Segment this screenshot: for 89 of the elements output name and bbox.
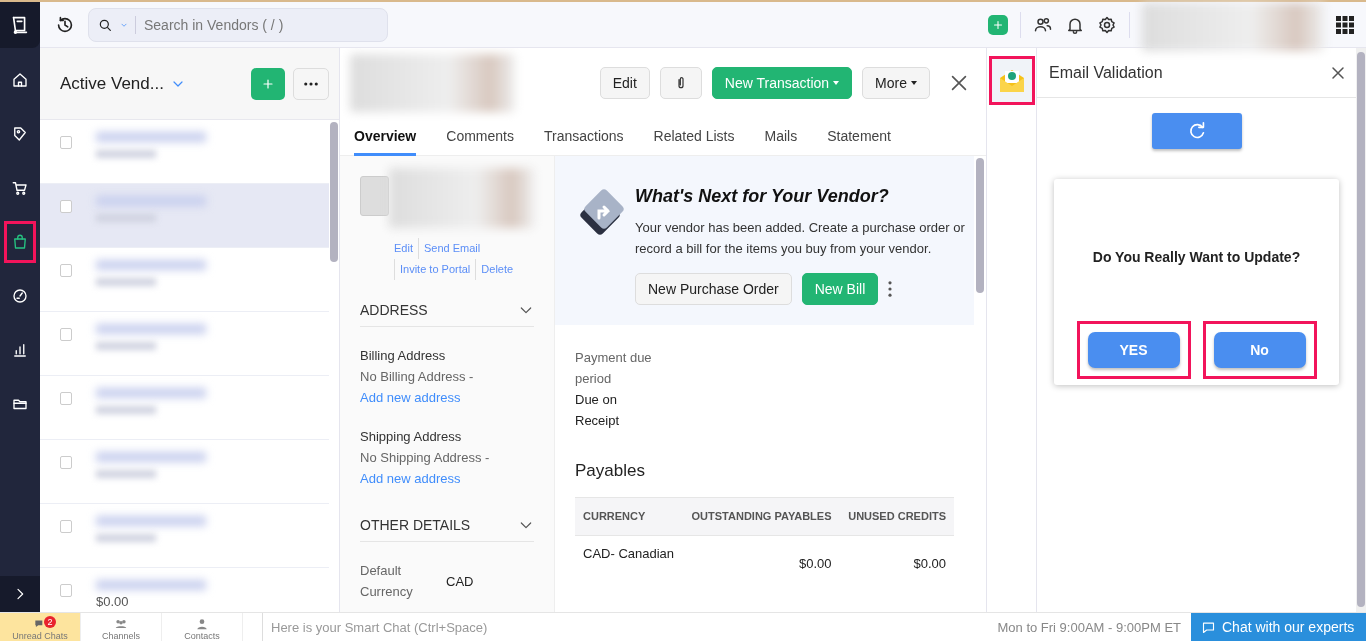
address-label: Shipping Address — [360, 428, 463, 446]
edit-button[interactable]: Edit — [599, 67, 650, 99]
search-input[interactable]: Search in Vendors ( / ) — [135, 15, 355, 34]
blurred-text — [96, 150, 156, 158]
kebab-icon — [888, 281, 893, 297]
blurred-text — [96, 406, 156, 414]
blurred-text — [96, 342, 156, 350]
gauge-icon — [11, 287, 29, 305]
tag-icon — [11, 125, 29, 143]
column-header: OUTSTANDING PAYABLES — [682, 497, 840, 536]
blurred-text — [96, 534, 156, 542]
vendor-row[interactable] — [40, 184, 329, 248]
bar-chart-icon — [11, 341, 29, 359]
dialog-question: Do You Really Want to Update? — [1092, 249, 1301, 265]
chat-with-experts-button[interactable]: Chat with our experts — [1191, 613, 1366, 641]
add-address-link[interactable]: Add new address — [360, 471, 461, 486]
blurred-text — [96, 278, 156, 286]
section-heading: ADDRESS — [360, 302, 428, 318]
column-header: UNUSED CREDITS — [839, 497, 954, 536]
address-value: No Shipping Address - — [360, 450, 490, 465]
more-options-button[interactable] — [293, 67, 329, 100]
row-checkbox[interactable] — [60, 520, 72, 533]
contact-link[interactable]: Invite to Portal — [394, 259, 476, 280]
tab[interactable]: Mails — [764, 118, 798, 156]
home-icon — [11, 71, 29, 89]
row-checkbox[interactable] — [60, 136, 72, 149]
contact-link[interactable]: Delete — [475, 259, 519, 280]
gear-drawing — [1097, 14, 1117, 35]
contact-link[interactable]: Edit — [394, 238, 418, 259]
search-field[interactable]: Search in Vendors ( / ) — [88, 7, 388, 42]
add-address-link[interactable]: Add new address — [360, 390, 461, 405]
new-purchase-order-button[interactable]: New Purchase Order — [635, 273, 792, 305]
whats-next-text: Your vendor has been added. Create a purchase order or record a bill for the items you buy from your vendor. — [635, 219, 965, 258]
expand-button[interactable] — [0, 576, 40, 612]
tab[interactable]: Statement — [827, 118, 891, 156]
no-button[interactable]: No — [1213, 332, 1306, 368]
table-cell: $0.00 — [682, 535, 840, 581]
row-checkbox[interactable] — [60, 456, 72, 469]
scrollbar-thumb[interactable] — [330, 122, 338, 262]
row-checkbox[interactable] — [60, 200, 72, 213]
cart-icon — [11, 179, 29, 197]
tab[interactable]: Transactions — [543, 118, 624, 156]
payment-label: Payment due period — [575, 349, 653, 388]
row-checkbox[interactable] — [60, 584, 72, 597]
chat-tab[interactable]: 2 Unread Chats — [0, 613, 81, 641]
refresh-button[interactable] — [1151, 113, 1242, 149]
chat-icon — [1201, 619, 1216, 635]
more-actions-button[interactable] — [888, 281, 893, 297]
app-logo-icon[interactable] — [0, 2, 40, 48]
row-checkbox[interactable] — [60, 264, 72, 277]
avatar-placeholder — [360, 176, 390, 216]
field-value: CAD — [446, 572, 475, 591]
more-button[interactable]: More — [862, 67, 930, 99]
row-checkbox[interactable] — [60, 328, 72, 341]
tab[interactable]: Comments — [446, 118, 514, 156]
tab[interactable]: Related Lists — [653, 118, 735, 156]
new-vendor-button[interactable] — [251, 67, 285, 100]
address-value: No Billing Address - — [360, 369, 474, 384]
new-transaction-button[interactable]: New Transaction — [711, 67, 853, 99]
new-bill-button[interactable]: New Bill — [801, 273, 879, 305]
row-checkbox[interactable] — [60, 392, 72, 405]
payment-value: Due on Receipt — [575, 391, 621, 430]
add-button[interactable] — [988, 14, 1008, 35]
vendor-amount: $0.00 — [96, 594, 130, 609]
yes-button[interactable]: YES — [1087, 332, 1180, 368]
table-cell: $0.00 — [839, 535, 954, 581]
contact-link[interactable]: Send Email — [417, 238, 486, 259]
scrollbar-thumb[interactable] — [1357, 52, 1365, 607]
blurred-text — [96, 470, 156, 478]
support-hours: Mon to Fri 9:00AM - 9:00PM ET — [997, 619, 1182, 635]
person-icon — [195, 617, 209, 631]
view-selector[interactable]: Active Vend... — [60, 73, 243, 94]
payables-heading: Payables — [575, 461, 646, 481]
address-label: Billing Address — [360, 347, 447, 365]
mail-app-icon[interactable] — [990, 58, 1033, 103]
table-cell: CAD- Canadian — [575, 535, 683, 581]
settings-icon[interactable] — [1097, 14, 1117, 35]
whats-next-title: What's Next for Your Vendor? — [635, 186, 890, 207]
section-heading: OTHER DETAILS — [360, 517, 471, 533]
apps-grid-icon[interactable] — [1336, 15, 1354, 34]
column-header: CURRENCY — [575, 497, 683, 536]
attachment-button[interactable] — [659, 67, 702, 99]
field-label: Default Currency — [360, 562, 414, 601]
group-icon — [114, 617, 128, 631]
unread-badge: 2 — [44, 616, 56, 628]
scrollbar-thumb[interactable] — [976, 158, 984, 293]
shopping-bag-icon — [11, 233, 29, 251]
ellipsis-icon — [304, 81, 318, 86]
panel-title: Email Validation — [1049, 63, 1164, 82]
